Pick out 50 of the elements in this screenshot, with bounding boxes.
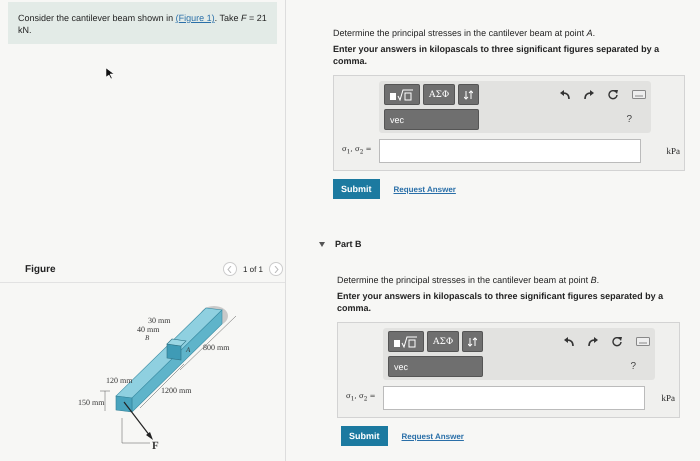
symbols-button[interactable]: ΑΣΦ (427, 331, 460, 352)
help-link[interactable]: ? (630, 361, 636, 372)
request-answer-link[interactable]: Request Answer (402, 432, 464, 440)
sort-button[interactable] (462, 331, 484, 352)
template-icon (390, 88, 414, 100)
answer-input[interactable] (383, 386, 645, 410)
problem-text: Consider the cantilever beam shown in (Figure 1). Take F = 21 kN. (18, 13, 267, 35)
page-counter: 1 of 1 (242, 264, 263, 274)
vec-button[interactable]: vec (388, 356, 484, 377)
redo-icon[interactable] (588, 337, 598, 346)
vec-button[interactable]: vec (384, 109, 480, 130)
arrows-updown-icon (468, 336, 478, 346)
submit-button[interactable]: Submit (341, 426, 388, 446)
unit-label: kPa (666, 146, 680, 156)
chevron-left-icon (227, 266, 232, 272)
sort-button[interactable] (458, 84, 480, 105)
redo-icon[interactable] (584, 90, 594, 99)
undo-icon[interactable] (560, 90, 570, 99)
request-answer-link[interactable]: Request Answer (394, 184, 456, 194)
help-link[interactable]: ? (626, 114, 632, 125)
reset-icon[interactable] (612, 336, 622, 346)
undo-icon[interactable] (564, 337, 574, 346)
keyboard-icon[interactable] (636, 337, 650, 346)
submit-button[interactable]: Submit (333, 179, 380, 199)
template-button[interactable] (388, 331, 424, 352)
arrows-updown-icon (464, 90, 474, 100)
figure-title: Figure (25, 264, 56, 274)
dimension-label: 800 mm (203, 343, 230, 352)
reset-icon[interactable] (608, 90, 618, 100)
cursor-icon (106, 68, 114, 79)
question-text: Determine the principal stresses in the cantilever beam at point B. (337, 275, 600, 285)
dimension-label: F (152, 440, 159, 452)
answer-input[interactable] (379, 139, 641, 163)
instruction-text: Enter your answers in kilopascals to three significant figures separated by a comma. (336, 290, 664, 314)
symbols-button[interactable]: ΑΣΦ (423, 84, 456, 105)
part-title[interactable]: Part B (335, 239, 362, 249)
dimension-label: 150 mm (78, 398, 104, 407)
template-icon (394, 336, 418, 348)
unit-label: kPa (662, 393, 675, 403)
question-text: Determine the principal stresses in the cantilever beam at point A. (333, 28, 596, 38)
dimension-label: 1200 mm (161, 386, 192, 395)
dimension-label: 120 mm (106, 376, 132, 385)
dimension-label: 40 mm (137, 325, 160, 334)
chevron-right-icon (274, 266, 278, 272)
caret-down-icon[interactable] (319, 242, 325, 246)
dimension-label: 30 mm (148, 316, 170, 325)
keyboard-icon[interactable] (632, 90, 646, 99)
figure-link[interactable]: (Figure 1) (176, 13, 215, 23)
instruction-text: Enter your answers in kilopascals to three significant figures separated by a comma. (333, 43, 660, 67)
template-button[interactable] (384, 84, 420, 105)
